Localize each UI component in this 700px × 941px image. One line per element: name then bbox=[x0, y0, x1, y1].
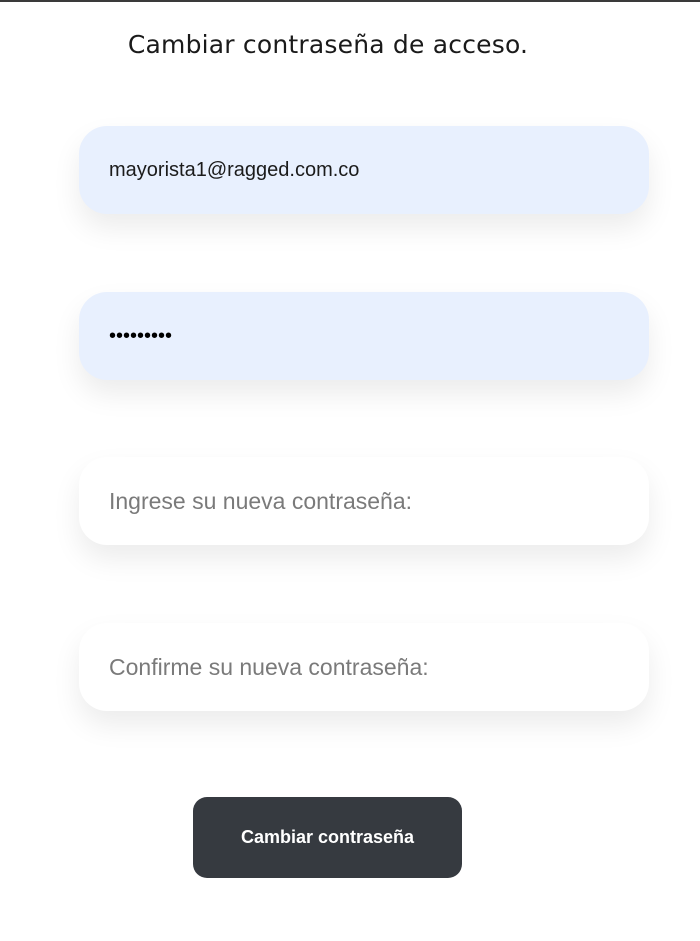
new-password-field-container bbox=[79, 457, 649, 545]
change-password-button[interactable]: Cambiar contraseña bbox=[193, 797, 462, 878]
page-title: Cambiar contraseña de acceso. bbox=[127, 30, 529, 59]
confirm-password-field[interactable] bbox=[109, 653, 629, 681]
current-password-field-container bbox=[79, 292, 649, 380]
new-password-field[interactable] bbox=[109, 487, 629, 515]
top-border bbox=[0, 0, 700, 2]
email-field[interactable] bbox=[109, 158, 629, 182]
email-field-container bbox=[79, 126, 649, 214]
current-password-field[interactable] bbox=[109, 324, 629, 348]
confirm-password-field-container bbox=[79, 623, 649, 711]
